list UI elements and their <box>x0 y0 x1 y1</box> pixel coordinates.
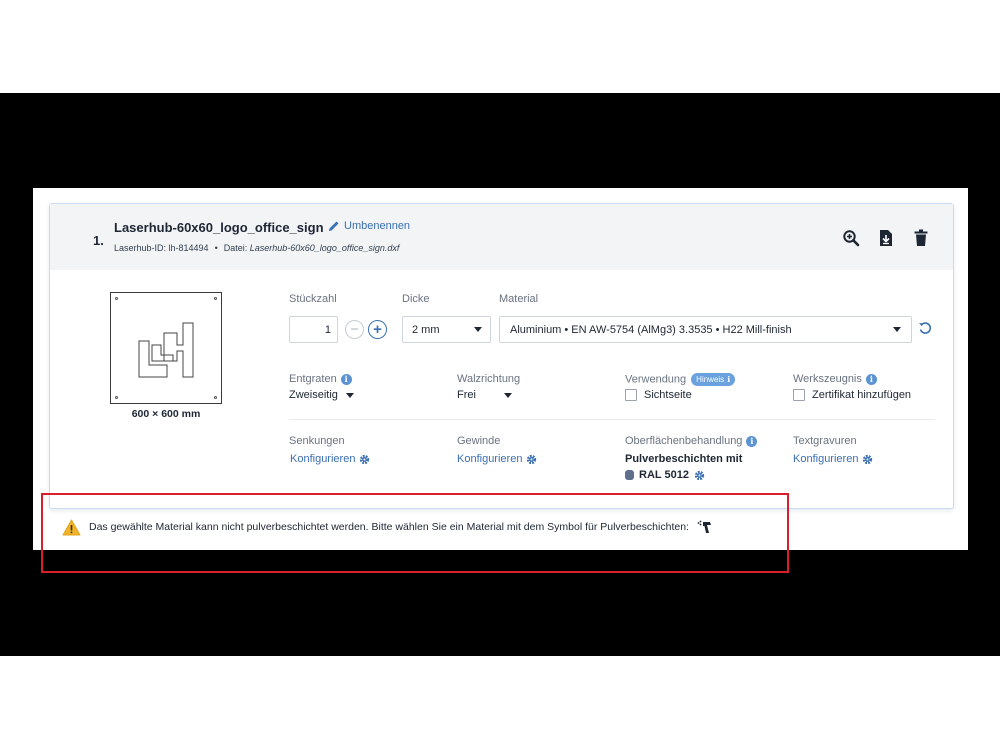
thickness-select[interactable]: 2 mm <box>402 316 491 343</box>
laserhub-id: Laserhub-ID: lh-814494 <box>114 243 209 253</box>
increment-button[interactable]: + <box>368 320 387 339</box>
hole-marker <box>115 297 118 300</box>
part-preview <box>110 292 222 404</box>
gear-icon <box>360 454 370 464</box>
meta-separator: • <box>214 243 218 253</box>
part-title: Laserhub-60x60_logo_office_sign <box>114 220 324 235</box>
hole-marker <box>214 297 217 300</box>
rolling-direction-select[interactable]: Frei <box>457 389 512 401</box>
rolling-direction-value: Frei <box>457 389 476 401</box>
material-value: Aluminium • EN AW-5754 (AlMg3) 3.3535 • … <box>510 323 792 336</box>
certificate-label: Werkszeugnis i <box>793 373 877 385</box>
gear-icon <box>863 454 873 464</box>
quantity-label: Stückzahl <box>289 293 337 305</box>
rename-button[interactable]: Umbenennen <box>328 220 410 232</box>
engraving-configure-link[interactable]: Konfigurieren <box>793 453 873 465</box>
threads-configure-link[interactable]: Konfigurieren <box>457 453 537 465</box>
countersinks-label: Senkungen <box>289 435 345 447</box>
reset-icon[interactable] <box>918 321 932 340</box>
chevron-down-icon <box>474 327 482 332</box>
hint-badge[interactable]: Hinweis ℹ <box>691 373 736 386</box>
surface-color[interactable]: RAL 5012 <box>625 469 705 481</box>
material-label: Material <box>499 293 539 305</box>
ral-code: RAL 5012 <box>639 469 689 481</box>
deburring-select[interactable]: Zweiseitig <box>289 389 354 401</box>
highlight-frame <box>41 493 789 573</box>
checkbox-box[interactable] <box>793 389 805 401</box>
material-select[interactable]: Aluminium • EN AW-5754 (AlMg3) 3.3535 • … <box>499 316 912 343</box>
surface-value: Pulverbeschichten mit <box>625 453 743 465</box>
gear-icon <box>694 470 705 480</box>
zoom-in-icon[interactable] <box>841 228 861 248</box>
checkbox-box[interactable] <box>625 389 637 401</box>
download-icon[interactable] <box>876 228 896 248</box>
usage-label: Verwendung Hinweis ℹ <box>625 373 736 386</box>
trash-icon[interactable] <box>911 228 931 248</box>
info-icon[interactable]: i <box>865 373 877 385</box>
part-index: 1. <box>93 233 104 248</box>
file-label: Datei: <box>223 243 248 253</box>
visible-side-label: Sichtseite <box>644 389 692 401</box>
countersinks-configure-link[interactable]: Konfigurieren <box>290 453 370 465</box>
pencil-icon <box>329 221 339 231</box>
divider <box>289 419 935 420</box>
visible-side-checkbox[interactable]: Sichtseite <box>625 389 692 401</box>
chevron-down-icon <box>503 392 512 398</box>
part-dimensions: 600 × 600 mm <box>131 408 201 420</box>
part-header: 1. Laserhub-60x60_logo_office_sign Umben… <box>50 204 953 270</box>
decrement-button[interactable]: − <box>345 320 364 339</box>
gear-icon <box>527 454 537 464</box>
engraving-label: Textgravuren <box>793 435 857 447</box>
info-icon[interactable]: i <box>746 435 758 447</box>
threads-label: Gewinde <box>457 435 501 447</box>
surface-label: Oberflächenbehandlung i <box>625 435 758 447</box>
rolling-direction-label: Walzrichtung <box>457 373 521 385</box>
deburring-label: Entgraten i <box>289 373 352 385</box>
certificate-checkbox[interactable]: Zertifikat hinzufügen <box>793 389 911 401</box>
thickness-label: Dicke <box>402 293 430 305</box>
rename-label: Umbenennen <box>344 220 411 232</box>
file-name: Laserhub-60x60_logo_office_sign.dxf <box>249 243 400 253</box>
thickness-value: 2 mm <box>412 323 440 336</box>
part-card: 1. Laserhub-60x60_logo_office_sign Umben… <box>49 203 954 509</box>
certificate-checkbox-label: Zertifikat hinzufügen <box>812 389 912 401</box>
info-icon: ℹ <box>727 375 731 384</box>
hole-marker <box>214 396 217 399</box>
chevron-down-icon <box>893 327 901 332</box>
part-meta: Laserhub-ID: lh-814494 • Datei: Laserhub-6… <box>114 243 399 253</box>
deburring-value: Zweiseitig <box>289 389 338 401</box>
logo-outline <box>138 322 194 378</box>
info-icon[interactable]: i <box>340 373 352 385</box>
hole-marker <box>115 396 118 399</box>
quantity-input[interactable]: 1 <box>289 316 338 343</box>
chevron-down-icon <box>345 392 354 398</box>
color-swatch <box>625 470 634 480</box>
